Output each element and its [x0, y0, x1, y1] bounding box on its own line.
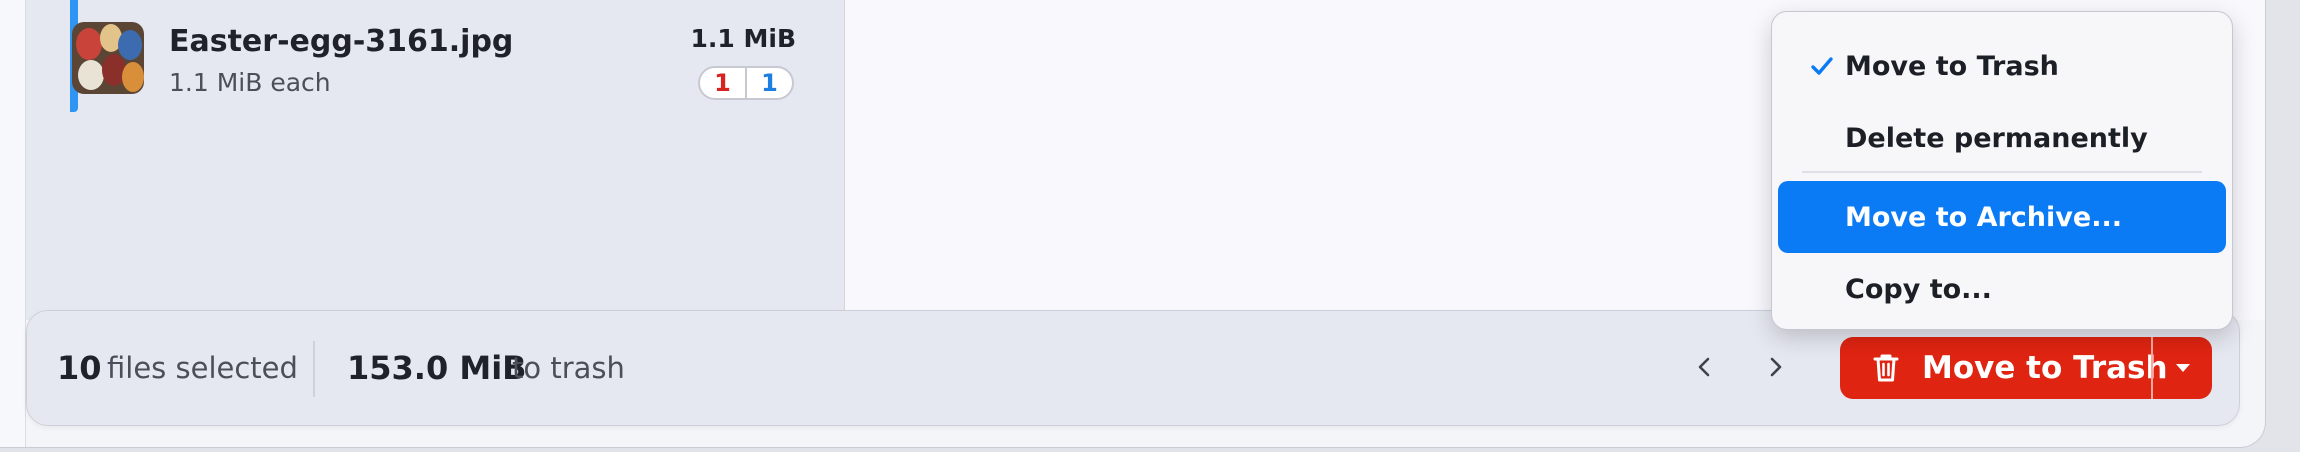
menu-item-move-to-trash[interactable]: Move to Trash	[1778, 30, 2226, 102]
divider	[313, 341, 315, 397]
menu-item-label: Move to Archive...	[1845, 201, 2122, 233]
selected-label: files selected	[107, 351, 298, 385]
move-to-trash-split-button: Move to Trash	[1840, 337, 2212, 399]
checkmark-icon	[1811, 57, 1833, 75]
total-size: 153.0 MiB	[347, 349, 527, 387]
total-size-label: to trash	[512, 351, 625, 385]
file-name: Easter-egg-3161.jpg	[169, 24, 514, 59]
menu-item-label: Delete permanently	[1845, 122, 2148, 154]
menu-item-label: Copy to...	[1845, 273, 1992, 305]
duplicate-badge-group: 1 1	[698, 66, 794, 100]
chevron-right-icon	[1770, 357, 1782, 377]
move-to-trash-button[interactable]: Move to Trash	[1840, 337, 2168, 399]
menu-item-label: Move to Trash	[1845, 50, 2059, 82]
move-to-trash-label: Move to Trash	[1922, 350, 2168, 386]
file-size: 1.1 MiB	[690, 24, 797, 53]
caret-down-icon	[2175, 364, 2190, 372]
menu-item-move-to-archive[interactable]: Move to Archive...	[1778, 181, 2226, 253]
previous-button[interactable]	[1677, 339, 1733, 395]
next-button[interactable]	[1747, 339, 1803, 395]
file-list: Easter-egg-3161.jpg 1.1 MiB each 1.1 MiB…	[26, 0, 845, 320]
menu-item-delete-permanently[interactable]: Delete permanently	[1778, 102, 2226, 174]
file-thumbnail	[72, 22, 144, 94]
selected-count: 10	[57, 349, 102, 387]
list-item[interactable]: Easter-egg-3161.jpg 1.1 MiB each 1.1 MiB…	[0, 0, 844, 112]
badge-blue-count: 1	[761, 69, 778, 97]
file-subtitle: 1.1 MiB each	[169, 68, 331, 97]
badge-red-count: 1	[700, 68, 747, 98]
chevron-left-icon	[1698, 357, 1710, 377]
menu-separator	[1802, 171, 2202, 173]
trash-icon	[1872, 352, 1900, 384]
trash-options-menu: Move to Trash Delete permanently Move to…	[1771, 11, 2233, 330]
menu-item-copy-to[interactable]: Copy to...	[1778, 253, 2226, 325]
trash-options-dropdown-button[interactable]	[2153, 337, 2212, 399]
